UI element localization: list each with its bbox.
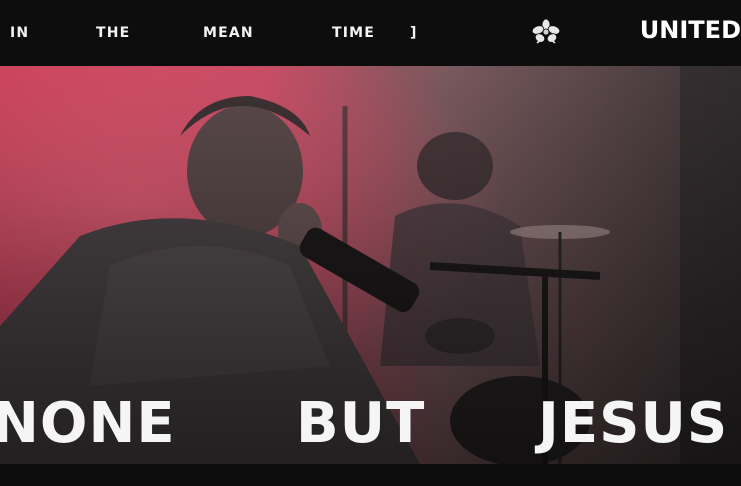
bottom-bar	[0, 464, 741, 486]
brand-logo[interactable]: UNITED	[640, 16, 741, 44]
flower-icon[interactable]	[529, 19, 563, 47]
hero-photo: NONE BUT JESUS	[0, 66, 741, 464]
headline-word-but: BUT	[296, 391, 426, 456]
header-word-the: THE	[96, 25, 131, 41]
header-word-in: IN	[10, 25, 30, 41]
header-word-time: TIME	[332, 25, 376, 41]
header-word-mean: MEAN	[203, 25, 254, 41]
headline-word-none: NONE	[0, 391, 176, 456]
headline-word-jesus: JESUS	[538, 391, 729, 456]
top-bar: IN THE MEAN TIME ] UNITED	[0, 0, 741, 66]
header-bracket: ]	[410, 25, 418, 41]
